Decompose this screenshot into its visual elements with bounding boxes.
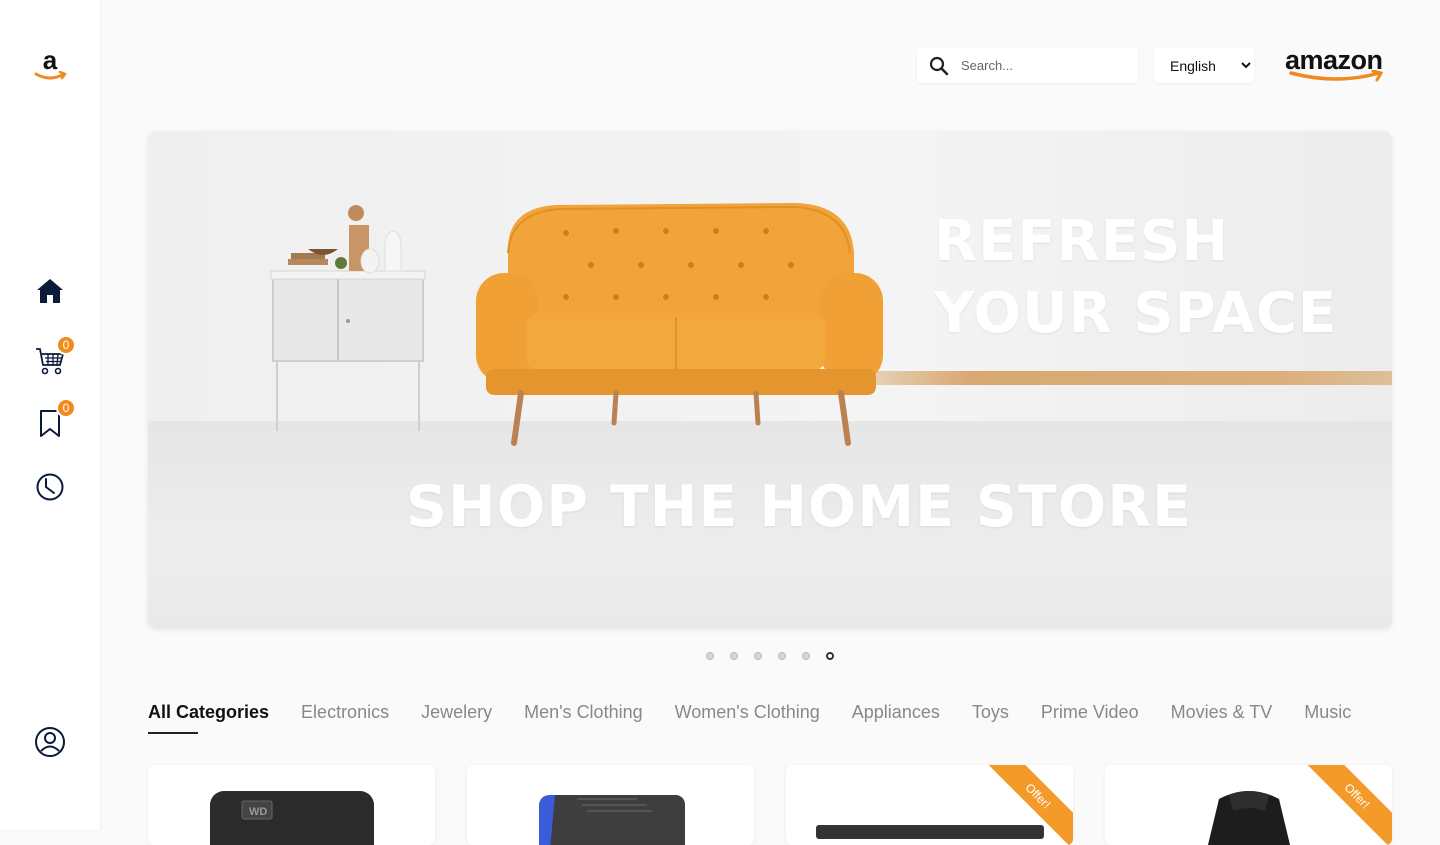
- carousel-dot[interactable]: [730, 652, 738, 660]
- bookmark-icon[interactable]: 0: [34, 398, 76, 440]
- product-image: [1207, 791, 1291, 845]
- carousel-dots: [706, 652, 834, 660]
- carousel-dot[interactable]: [754, 652, 762, 660]
- tab-prime-video[interactable]: Prime Video: [1041, 702, 1139, 733]
- product-card[interactable]: [467, 765, 754, 845]
- carousel-dot[interactable]: [778, 652, 786, 660]
- svg-text:a: a: [43, 45, 58, 75]
- smile-arrow-icon: [1289, 70, 1384, 82]
- search-input[interactable]: [961, 58, 1131, 73]
- product-image: [539, 795, 685, 845]
- language-select[interactable]: English: [1154, 48, 1254, 83]
- bookmark-count-badge: 0: [56, 398, 76, 418]
- amazon-logo-icon[interactable]: a: [31, 45, 69, 85]
- home-icon[interactable]: [34, 275, 66, 307]
- tab-music[interactable]: Music: [1304, 702, 1351, 733]
- tab-mens-clothing[interactable]: Men's Clothing: [524, 702, 643, 733]
- tab-womens-clothing[interactable]: Women's Clothing: [675, 702, 820, 733]
- banner-headline-line1: REFRESH: [934, 209, 1230, 274]
- offer-ribbon: Offer!: [1301, 765, 1392, 845]
- tab-all-categories[interactable]: All Categories: [148, 702, 269, 734]
- tab-movies-tv[interactable]: Movies & TV: [1171, 702, 1273, 733]
- history-icon[interactable]: [34, 471, 66, 503]
- category-tabs: All Categories Electronics Jewelery Men'…: [148, 702, 1392, 734]
- user-icon[interactable]: [34, 726, 66, 758]
- side-table-image: [270, 205, 426, 431]
- banner-subheadline: SHOP THE HOME STORE: [406, 474, 1193, 540]
- amazon-brand-logo[interactable]: amazon: [1285, 46, 1393, 84]
- product-image: [816, 825, 1044, 839]
- sidebar: a 0 0: [0, 0, 100, 830]
- sofa-image: [476, 203, 883, 446]
- svg-text:WD: WD: [249, 806, 267, 818]
- product-card[interactable]: Offer!: [1105, 765, 1392, 845]
- carousel-dot-active[interactable]: [826, 652, 834, 660]
- carousel-dot[interactable]: [802, 652, 810, 660]
- cart-count-badge: 0: [56, 335, 76, 355]
- cart-icon[interactable]: 0: [34, 335, 76, 377]
- tab-jewelery[interactable]: Jewelery: [421, 702, 492, 733]
- carousel-dot[interactable]: [706, 652, 714, 660]
- hero-banner[interactable]: REFRESH YOUR SPACE SHOP THE HOME STORE: [148, 131, 1392, 628]
- product-image: WD: [210, 791, 374, 845]
- tab-toys[interactable]: Toys: [972, 702, 1009, 733]
- banner-headline-line2: YOUR SPACE: [934, 281, 1338, 346]
- tab-appliances[interactable]: Appliances: [852, 702, 940, 733]
- search-icon[interactable]: [917, 48, 961, 83]
- search-bar: [917, 48, 1138, 83]
- tab-electronics[interactable]: Electronics: [301, 702, 389, 733]
- product-card[interactable]: WD: [148, 765, 435, 845]
- product-card[interactable]: Offer!: [786, 765, 1073, 845]
